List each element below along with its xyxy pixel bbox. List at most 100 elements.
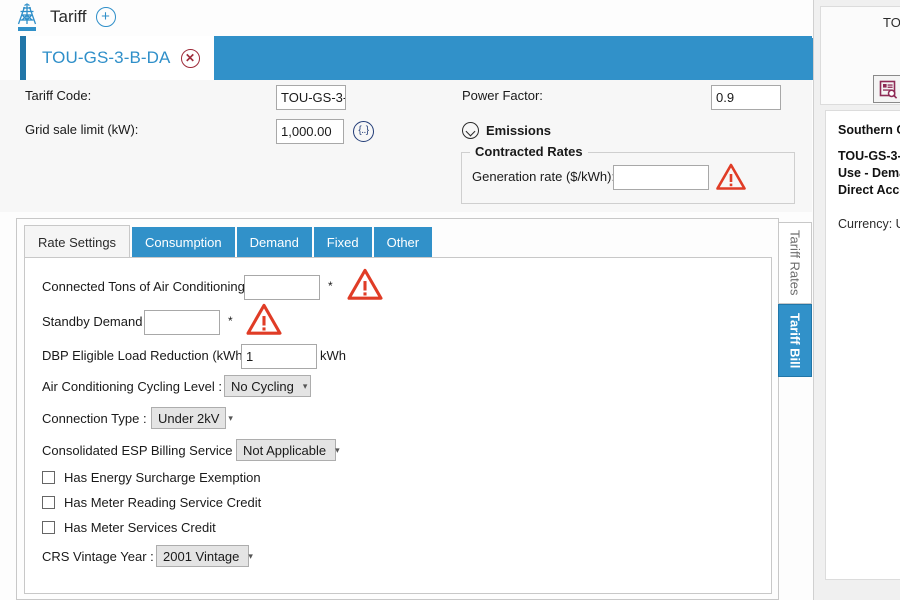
connected-tons-required-marker: * (328, 279, 333, 293)
dbp-load-reduction-row: DBP Eligible Load Reduction (kWh) (42, 348, 247, 363)
checkbox-label: Has Energy Surcharge Exemption (64, 470, 261, 485)
power-factor-row: Power Factor: (462, 88, 543, 103)
esp-billing-label: Consolidated ESP Billing Service : (42, 443, 240, 458)
standby-demand-required-marker: * (228, 314, 233, 328)
tariff-editor-window: Tariff + TOU-GS-3-B-DA ✕ Tariff Code: TO… (0, 0, 900, 600)
tab-consumption[interactable]: Consumption (132, 227, 235, 258)
connection-type-select[interactable]: Under 2kV ▾ (151, 407, 226, 429)
emissions-label: Emissions (486, 123, 551, 138)
tab-rate-settings-label: Rate Settings (38, 235, 116, 250)
esp-billing-row: Consolidated ESP Billing Service : (42, 443, 240, 458)
side-tab-tariff-bill[interactable]: Tariff Bill (778, 304, 812, 377)
dbp-load-reduction-unit: kWh (320, 348, 346, 363)
tariff-description-line-2: Use - Deman (838, 165, 900, 182)
add-tariff-button[interactable]: + (96, 7, 116, 27)
power-factor-input[interactable]: 0.9 (711, 85, 781, 110)
standby-demand-label: Standby Demand (42, 314, 142, 329)
report-preview-button[interactable] (873, 75, 900, 103)
checkbox-label: Has Meter Services Credit (64, 520, 216, 535)
tab-fixed[interactable]: Fixed (314, 227, 372, 258)
connection-type-row: Connection Type : (42, 411, 147, 426)
ac-cycling-level-value: No Cycling (231, 379, 294, 394)
connected-tons-input[interactable] (244, 275, 320, 300)
tab-fixed-label: Fixed (327, 235, 359, 250)
grid-sale-limit-label: Grid sale limit (kW): (25, 122, 138, 137)
side-tabs: Tariff Rates Tariff Bill (778, 222, 812, 377)
warning-icon (347, 268, 383, 300)
checkbox-box[interactable] (42, 471, 55, 484)
warning-icon (716, 163, 746, 190)
checkbox-box[interactable] (42, 496, 55, 509)
tab-demand-label: Demand (250, 235, 299, 250)
warning-icon (246, 303, 282, 335)
rate-tabs: Rate Settings Consumption Demand Fixed O… (24, 225, 434, 258)
checkbox-meter-services-credit[interactable]: Has Meter Services Credit (42, 520, 216, 535)
tariff-code-input[interactable]: TOU-GS-3-B (276, 85, 346, 110)
crs-vintage-year-row: CRS Vintage Year : (42, 549, 154, 564)
generation-rate-input[interactable] (613, 165, 709, 190)
grid-sale-limit-input[interactable]: 1,000.00 (276, 119, 344, 144)
chevron-down-icon: ▾ (248, 551, 253, 562)
close-icon[interactable]: ✕ (181, 49, 200, 68)
document-tab-label: TOU-GS-3-B-DA (42, 48, 171, 68)
crs-vintage-year-value: 2001 Vintage (163, 549, 239, 564)
contracted-rates-fieldset: Contracted Rates Generation rate ($/kWh)… (461, 152, 795, 204)
side-tab-tariff-rates[interactable]: Tariff Rates (778, 222, 812, 304)
rate-settings-card: Rate Settings Consumption Demand Fixed O… (16, 218, 779, 600)
transmission-tower-icon (14, 3, 40, 31)
esp-billing-value: Not Applicable (243, 443, 326, 458)
side-tab-tariff-bill-label: Tariff Bill (788, 313, 803, 368)
ac-cycling-level-label: Air Conditioning Cycling Level : (42, 379, 222, 394)
checkbox-meter-reading-service-credit[interactable]: Has Meter Reading Service Credit (42, 495, 261, 510)
dbp-load-reduction-input[interactable]: 1 (241, 344, 317, 369)
tab-demand[interactable]: Demand (237, 227, 312, 258)
standby-demand-input[interactable] (144, 310, 220, 335)
tariff-code-label: Tariff Code: (25, 88, 91, 103)
side-tab-tariff-rates-label: Tariff Rates (788, 230, 803, 296)
generation-rate-label: Generation rate ($/kWh): (472, 169, 615, 184)
checkbox-box[interactable] (42, 521, 55, 534)
report-preview-icon (879, 80, 898, 99)
document-tab-tou-gs-3-b-da[interactable]: TOU-GS-3-B-DA ✕ (26, 36, 214, 80)
crs-vintage-year-select[interactable]: 2001 Vintage ▾ (156, 545, 249, 567)
emissions-section-header[interactable]: Emissions (462, 122, 551, 139)
tariff-description-line-1: TOU-GS-3-B (838, 148, 900, 165)
titlebar: Tariff + (0, 0, 812, 34)
contracted-rates-legend: Contracted Rates (470, 144, 588, 159)
tariff-properties-pane: Tariff Code: TOU-GS-3-B Grid sale limit … (0, 80, 812, 212)
currency-label: Currency: USD (838, 217, 900, 231)
ac-cycling-level-select[interactable]: No Cycling ▾ (224, 375, 311, 397)
chevron-down-icon: ▾ (335, 445, 340, 456)
tab-rate-settings[interactable]: Rate Settings (24, 225, 130, 258)
preview-toolbar: TO (820, 6, 900, 105)
expression-editor-button[interactable]: {..} (353, 121, 374, 142)
connection-type-value: Under 2kV (158, 411, 219, 426)
crs-vintage-year-label: CRS Vintage Year : (42, 549, 154, 564)
checkbox-label: Has Meter Reading Service Credit (64, 495, 261, 510)
dbp-load-reduction-label: DBP Eligible Load Reduction (kWh) (42, 348, 247, 363)
standby-demand-row: Standby Demand (42, 314, 142, 329)
document-tabstrip: TOU-GS-3-B-DA ✕ (20, 36, 812, 80)
connection-type-label: Connection Type : (42, 411, 147, 426)
tab-other-label: Other (387, 235, 420, 250)
tab-consumption-label: Consumption (145, 235, 222, 250)
chevron-down-icon: ▾ (228, 413, 233, 424)
tariff-bill-preview-panel: TO Southe (813, 0, 900, 600)
checkbox-energy-surcharge-exemption[interactable]: Has Energy Surcharge Exemption (42, 470, 261, 485)
utility-name: Southern Ca (838, 122, 900, 139)
ac-cycling-level-row: Air Conditioning Cycling Level : (42, 379, 222, 394)
connected-tons-label: Connected Tons of Air Conditioning (42, 279, 245, 294)
tab-other[interactable]: Other (374, 227, 433, 258)
power-factor-label: Power Factor: (462, 88, 543, 103)
generation-rate-row: Generation rate ($/kWh): (472, 169, 615, 184)
rate-settings-tabpage: Connected Tons of Air Conditioning * Sta… (24, 257, 772, 594)
esp-billing-select[interactable]: Not Applicable ▾ (236, 439, 336, 461)
page-title: Tariff (50, 7, 87, 27)
grid-sale-limit-row: Grid sale limit (kW): (25, 122, 138, 137)
connected-tons-row: Connected Tons of Air Conditioning (42, 279, 245, 294)
chevron-down-icon (462, 122, 479, 139)
chevron-down-icon: ▾ (303, 381, 308, 392)
tariff-code-row: Tariff Code: (25, 88, 91, 103)
tariff-description-line-3: Direct Acces (838, 182, 900, 199)
bill-summary-card: Southern Ca TOU-GS-3-B Use - Deman Direc… (825, 110, 900, 580)
